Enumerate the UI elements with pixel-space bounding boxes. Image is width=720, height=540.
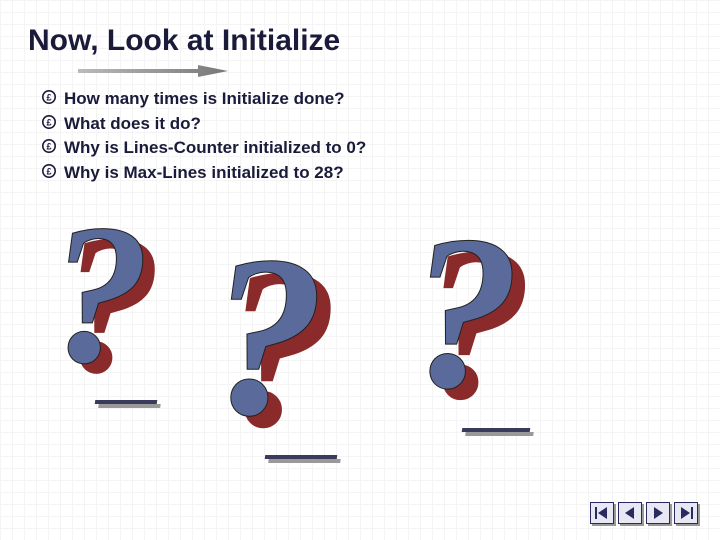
pound-bullet-icon: £: [42, 139, 56, 153]
skip-back-icon: [595, 507, 609, 519]
underline-decoration: [95, 400, 158, 404]
bullet-list: £ How many times is Initialize done? £ W…: [42, 87, 692, 186]
bullet-text: How many times is Initialize done?: [64, 89, 345, 108]
pound-bullet-icon: £: [42, 164, 56, 178]
bullet-text: What does it do?: [64, 114, 201, 133]
last-slide-button[interactable]: [674, 502, 698, 524]
slide-title: Now, Look at Initialize: [28, 24, 692, 58]
bullet-item: £ How many times is Initialize done?: [42, 87, 692, 112]
chevron-right-icon: [651, 507, 665, 519]
bullet-item: £ Why is Max-Lines initialized to 28?: [42, 161, 692, 186]
svg-text:£: £: [46, 93, 51, 103]
chevron-left-icon: [623, 507, 637, 519]
underline-decoration: [265, 455, 338, 459]
next-slide-button[interactable]: [646, 502, 670, 524]
slide-content: Now, Look at Initialize £ How many times…: [0, 0, 720, 210]
bullet-text: Why is Max-Lines initialized to 28?: [64, 163, 344, 182]
underline-decoration: [462, 428, 531, 432]
arrow-decoration-icon: [78, 64, 228, 78]
question-marks-graphic: ? ? ? ? ? ?: [50, 220, 610, 470]
pound-bullet-icon: £: [42, 90, 56, 104]
skip-forward-icon: [679, 507, 693, 519]
slide-nav: [590, 502, 698, 524]
svg-text:£: £: [46, 166, 51, 176]
pound-bullet-icon: £: [42, 115, 56, 129]
bullet-item: £ Why is Lines-Counter initialized to 0?: [42, 136, 692, 161]
svg-text:£: £: [46, 142, 51, 152]
svg-text:£: £: [46, 117, 51, 127]
prev-slide-button[interactable]: [618, 502, 642, 524]
bullet-item: £ What does it do?: [42, 112, 692, 137]
bullet-text: Why is Lines-Counter initialized to 0?: [64, 138, 366, 157]
first-slide-button[interactable]: [590, 502, 614, 524]
